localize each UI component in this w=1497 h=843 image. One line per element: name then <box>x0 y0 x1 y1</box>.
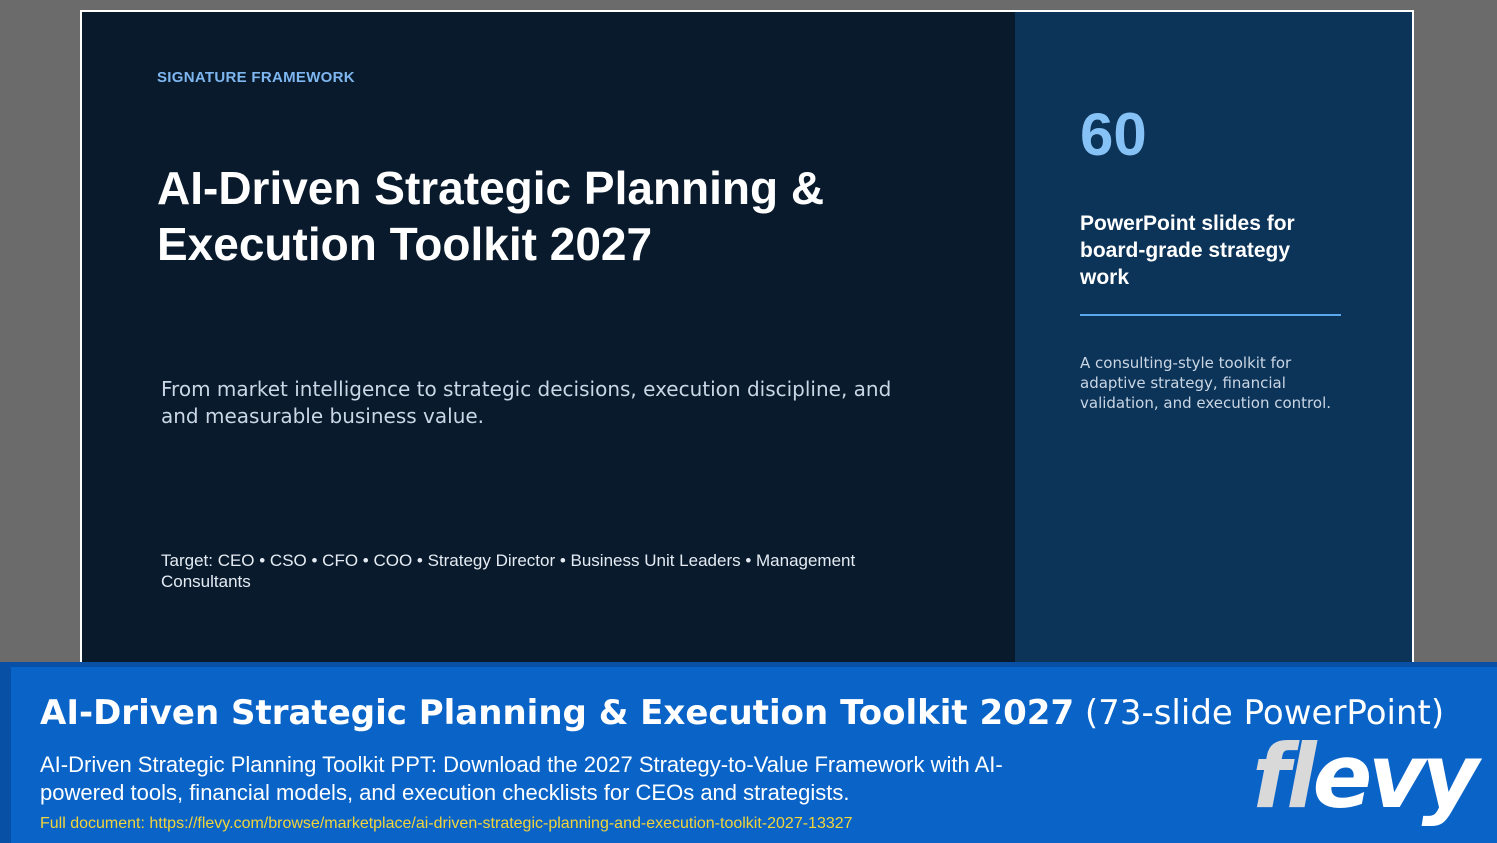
slide-eyebrow: SIGNATURE FRAMEWORK <box>157 69 355 86</box>
slide-target-audience: Target: CEO • CSO • CFO • COO • Strategy… <box>161 551 856 591</box>
slide-count-label: PowerPoint slides for board-grade strate… <box>1080 212 1295 289</box>
slide-preview: SIGNATURE FRAMEWORK AI-Driven Strategic … <box>80 10 1414 662</box>
slide-side-panel: 60 PowerPoint slides for board-grade str… <box>1015 12 1412 662</box>
slide-subtitle: From market intelligence to strategic de… <box>161 377 892 428</box>
full-document-link[interactable]: Full document: https://flevy.com/browse/… <box>40 814 853 834</box>
slide-main-panel: SIGNATURE FRAMEWORK AI-Driven Strategic … <box>82 12 1015 662</box>
flevy-logo[interactable]: flevy <box>1252 729 1479 825</box>
side-panel-description: A consulting-style toolkit for adaptive … <box>1080 354 1332 412</box>
slide-count-number: 60 <box>1080 101 1147 168</box>
banner-edge-accent <box>0 667 11 843</box>
banner-title-main: AI-Driven Strategic Planning & Execution… <box>40 693 1075 733</box>
logo-part-evy: evy <box>1312 725 1479 828</box>
product-banner: AI-Driven Strategic Planning & Execution… <box>0 662 1497 843</box>
banner-title: AI-Driven Strategic Planning & Execution… <box>40 692 1444 734</box>
logo-part-fl: fl <box>1252 725 1316 828</box>
banner-description: AI-Driven Strategic Planning Toolkit PPT… <box>40 752 1003 805</box>
side-panel-divider <box>1080 314 1341 316</box>
slide-title: AI-Driven Strategic Planning & Execution… <box>157 162 825 270</box>
